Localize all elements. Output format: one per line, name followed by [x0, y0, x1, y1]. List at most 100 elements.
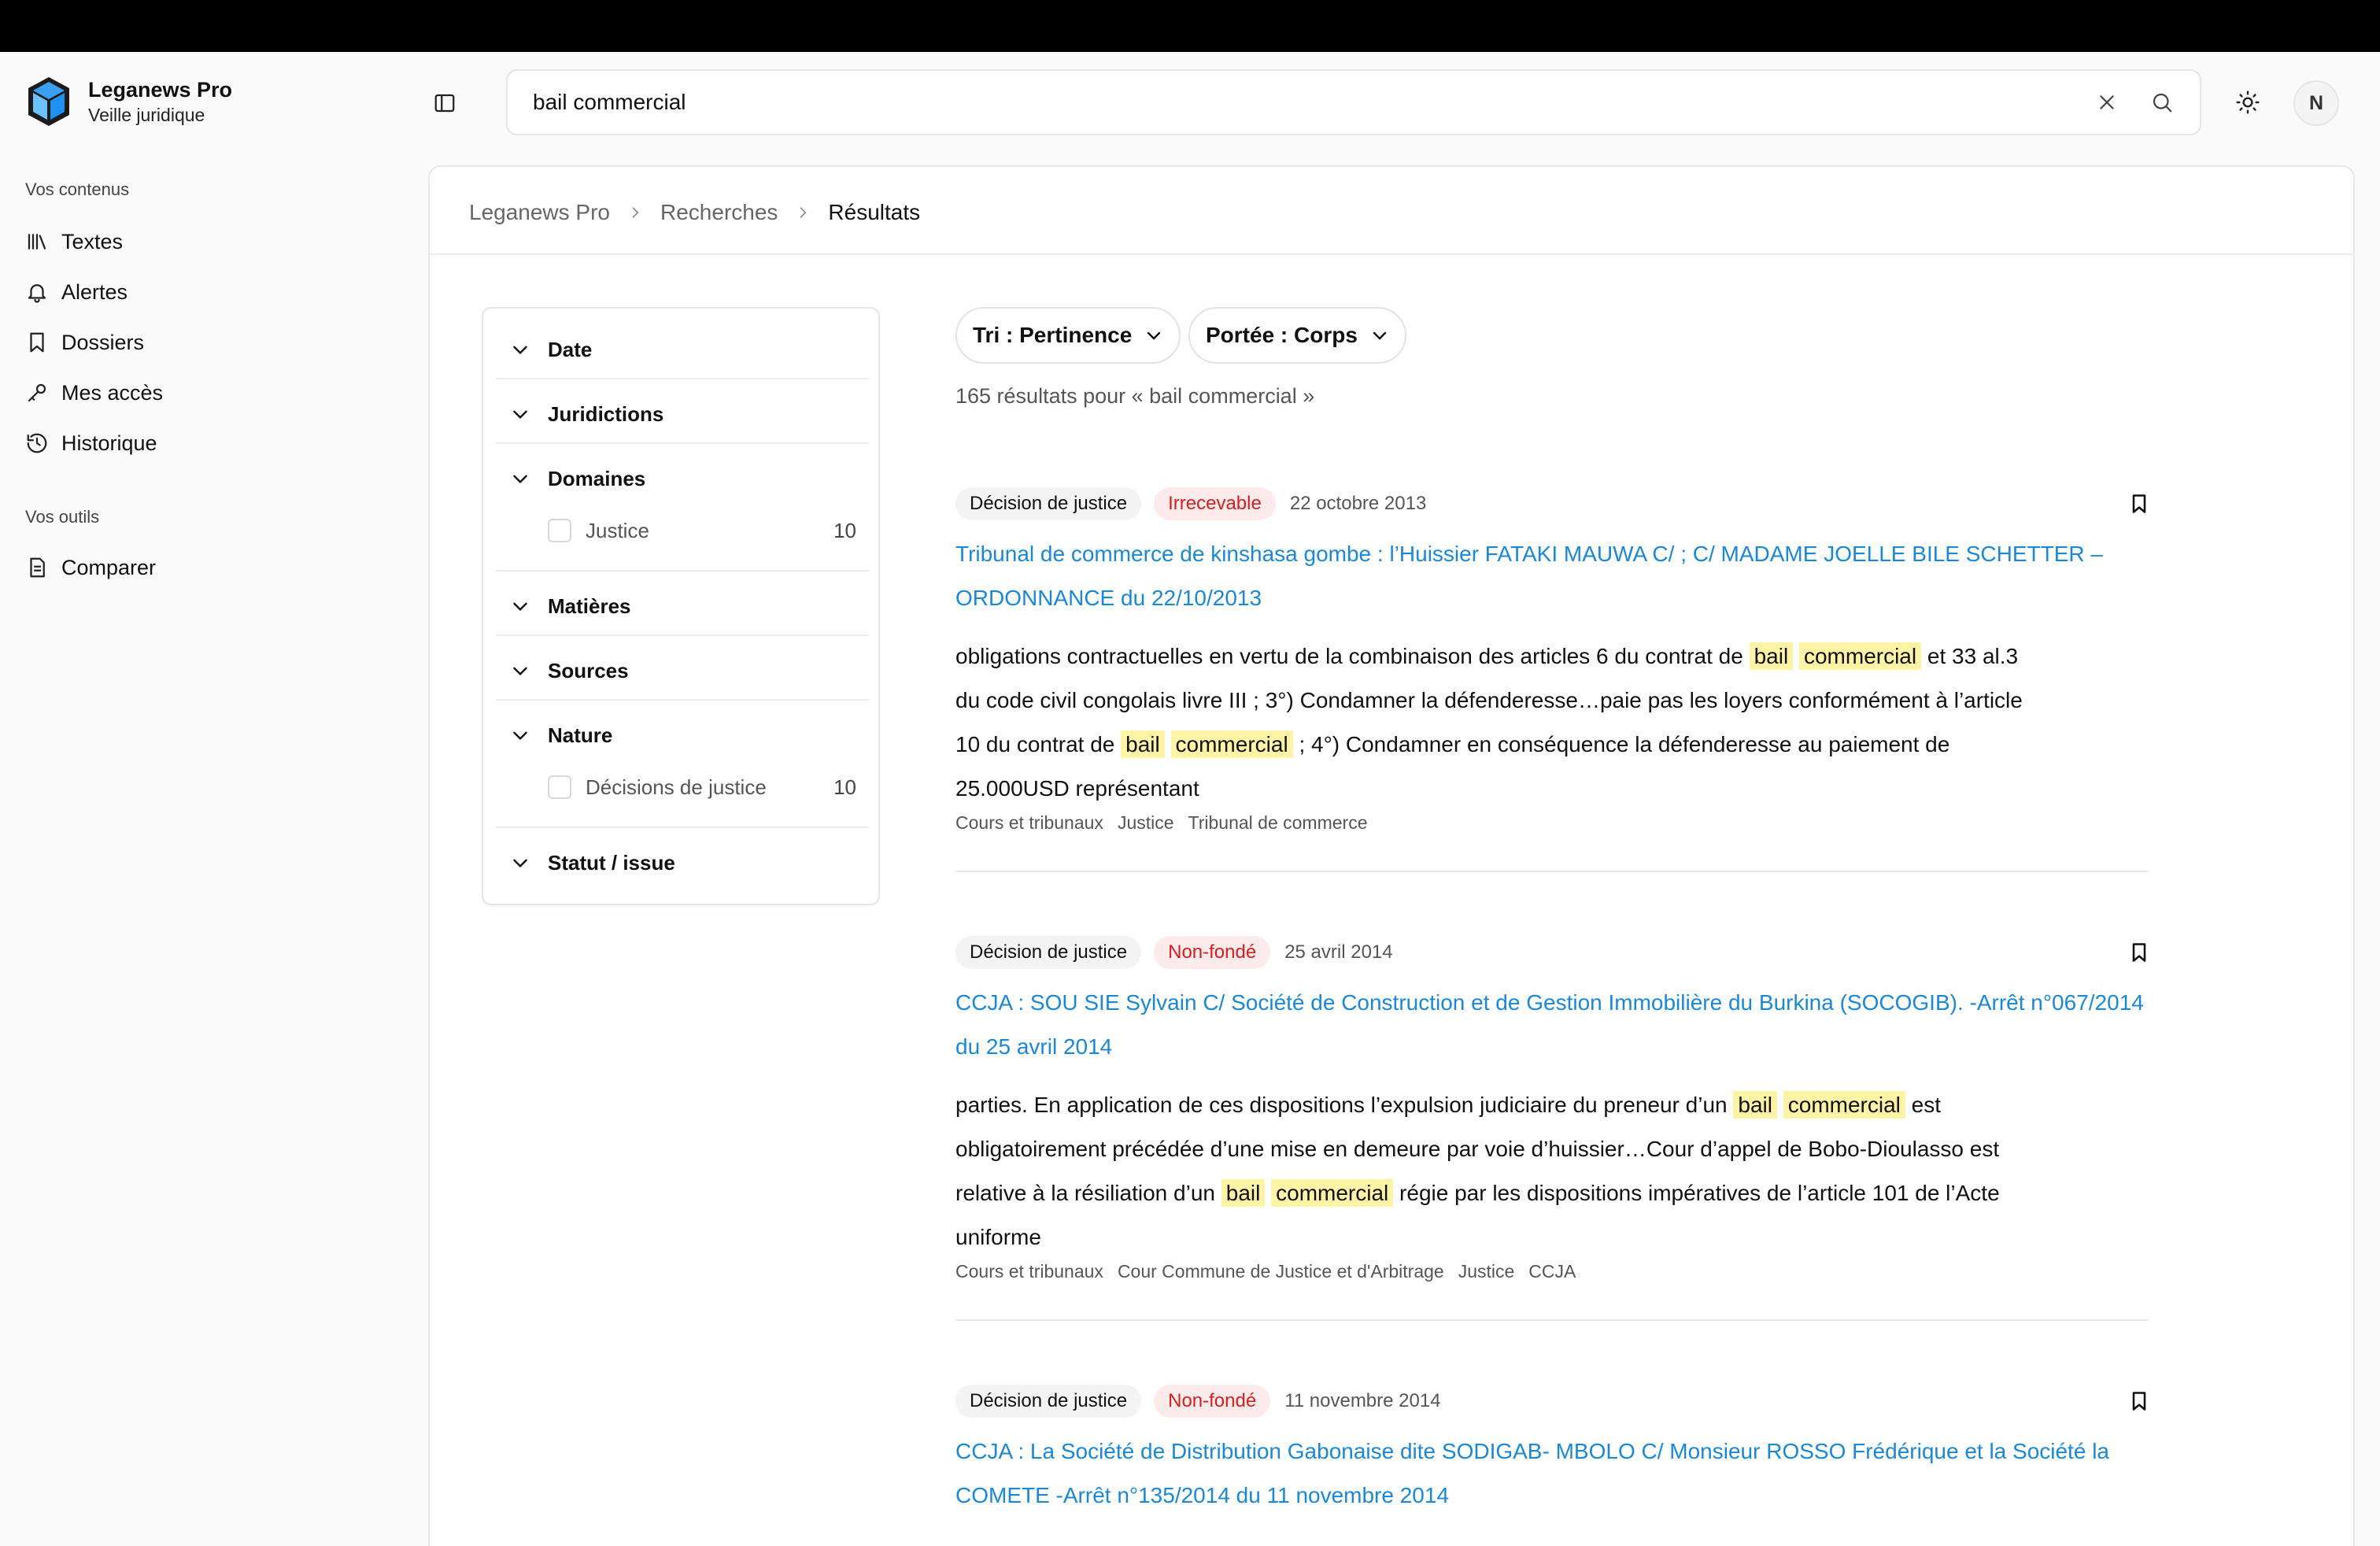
- search-button[interactable]: [2148, 88, 2176, 117]
- dropdown-label: Tri : Pertinence: [973, 323, 1133, 347]
- sidebar-item-mes-acces[interactable]: Mes accès: [25, 373, 163, 412]
- highlighted-term: bail: [1733, 1091, 1777, 1119]
- filter-nature[interactable]: Nature: [510, 719, 856, 751]
- bell-icon: [28, 284, 46, 303]
- brand[interactable]: Leganews Pro Veille juridique: [27, 76, 232, 128]
- result-title-link[interactable]: Tribunal de commerce de kinshasa gombe :…: [955, 532, 2168, 620]
- search-input[interactable]: [533, 71, 2068, 134]
- status-badge: Non-fondé: [1154, 1385, 1271, 1418]
- filter-label: Matières: [548, 594, 631, 618]
- chevron-down-icon: [513, 859, 527, 868]
- sidebar-item-comparer[interactable]: Comparer: [25, 548, 156, 587]
- sidebar-item-label: Historique: [61, 431, 157, 455]
- option-label: Décisions de justice: [586, 775, 767, 799]
- window-top-bar: [0, 0, 2380, 52]
- filter-option-decisions: Décisions de justice 10: [548, 771, 856, 803]
- sort-dropdown[interactable]: Tri : Pertinence: [955, 307, 1181, 364]
- highlighted-term: commercial: [1170, 730, 1293, 758]
- type-badge: Décision de justice: [955, 487, 1142, 520]
- filter-juridictions[interactable]: Juridictions: [510, 398, 856, 430]
- checkbox[interactable]: [548, 519, 571, 542]
- chevron-down-icon: [1373, 331, 1387, 340]
- status-badge: Non-fondé: [1154, 936, 1271, 969]
- filter-option-justice: Justice 10: [548, 515, 856, 546]
- sidebar-panel-icon: [434, 94, 455, 113]
- theme-toggle-button[interactable]: [2227, 82, 2268, 123]
- sidebar-item-historique[interactable]: Historique: [25, 423, 157, 463]
- breadcrumb-recherches[interactable]: Recherches: [660, 200, 778, 225]
- section-tools-label: Vos outils: [25, 507, 100, 527]
- snippet-text: [1265, 1181, 1271, 1205]
- divider: [496, 442, 869, 444]
- checkbox[interactable]: [548, 775, 571, 799]
- bookmark-icon: [30, 332, 44, 353]
- bookmark-icon: [2132, 494, 2146, 513]
- highlighted-term: commercial: [1798, 642, 1922, 670]
- divider: [496, 570, 869, 571]
- chevron-down-icon: [513, 731, 527, 741]
- bookmark-icon: [2132, 1392, 2146, 1411]
- filter-label: Date: [548, 337, 593, 361]
- result-title-link[interactable]: CCJA : La Société de Distribution Gabona…: [955, 1429, 2168, 1518]
- divider: [496, 378, 869, 379]
- chevron-down-icon: [513, 346, 527, 355]
- filter-label: Sources: [548, 658, 629, 682]
- brand-subtitle: Veille juridique: [88, 105, 205, 125]
- results-count: 165 résultats pour « bail commercial »: [955, 384, 1315, 408]
- highlighted-term: bail: [1121, 730, 1165, 758]
- filter-label: Statut / issue: [548, 850, 675, 875]
- divider: [955, 1319, 2149, 1321]
- highlighted-term: bail: [1749, 642, 1794, 670]
- type-badge: Décision de justice: [955, 1385, 1142, 1418]
- divider: [955, 871, 2149, 872]
- document-icon: [30, 557, 45, 578]
- library-icon: [28, 234, 46, 250]
- result-tags: Cours et tribunaux Justice Tribunal de com…: [955, 812, 1382, 834]
- option-count: 10: [833, 775, 856, 799]
- result-date: 11 novembre 2014: [1284, 1390, 1441, 1411]
- chevron-right-icon: [795, 205, 811, 220]
- chevron-right-icon: [627, 205, 643, 220]
- sidebar-item-dossiers[interactable]: Dossiers: [25, 323, 144, 362]
- option-label: Justice: [586, 518, 649, 542]
- result-tag: Tribunal de commerce: [1188, 812, 1368, 833]
- scope-dropdown[interactable]: Portée : Corps: [1188, 307, 1406, 364]
- filter-date[interactable]: Date: [510, 334, 856, 365]
- filter-matieres[interactable]: Matières: [510, 590, 856, 622]
- result-title-link[interactable]: CCJA : SOU SIE Sylvain C/ Société de Con…: [955, 981, 2168, 1069]
- option-count: 10: [833, 518, 856, 542]
- result-tag: Cours et tribunaux: [955, 812, 1103, 833]
- highlighted-term: commercial: [1271, 1179, 1394, 1207]
- clear-search-button[interactable]: [2093, 88, 2121, 117]
- result-date: 25 avril 2014: [1284, 941, 1393, 963]
- result-tag: Justice: [1458, 1261, 1515, 1282]
- result-snippet: obligations contractuelles en vertu de l…: [955, 634, 2026, 811]
- sidebar: Leganews Pro Veille juridique Vos conten…: [0, 52, 422, 1546]
- search-icon: [2153, 93, 2172, 113]
- highlighted-term: bail: [1221, 1179, 1266, 1207]
- app-logo-icon: [28, 77, 69, 126]
- chevron-down-icon: [513, 602, 527, 612]
- sidebar-item-label: Dossiers: [61, 330, 145, 354]
- result-snippet: parties. En application de ces dispositi…: [955, 1083, 2026, 1259]
- bookmark-button[interactable]: [2125, 1387, 2153, 1415]
- toggle-sidebar-button[interactable]: [428, 87, 461, 120]
- sidebar-item-textes[interactable]: Textes: [25, 222, 123, 261]
- search-bar: [506, 69, 2201, 135]
- breadcrumb-home[interactable]: Leganews Pro: [469, 200, 610, 225]
- user-avatar[interactable]: N: [2293, 80, 2339, 126]
- bookmark-button[interactable]: [2125, 938, 2153, 967]
- result-tag: CCJA: [1528, 1261, 1576, 1282]
- filter-label: Juridictions: [548, 401, 664, 426]
- history-icon: [27, 433, 47, 453]
- filter-sources[interactable]: Sources: [510, 655, 856, 686]
- result-tag: Cours et tribunaux: [955, 1261, 1103, 1282]
- sidebar-item-alertes[interactable]: Alertes: [25, 272, 128, 312]
- bookmark-button[interactable]: [2125, 490, 2153, 518]
- result-tags: Cours et tribunaux Cour Commune de Justic…: [955, 1261, 1590, 1282]
- snippet-text: [1777, 1093, 1783, 1117]
- divider: [496, 634, 869, 636]
- breadcrumb-current: Résultats: [828, 200, 921, 224]
- filter-statut[interactable]: Statut / issue: [510, 847, 856, 878]
- filter-domaines[interactable]: Domaines: [510, 463, 856, 494]
